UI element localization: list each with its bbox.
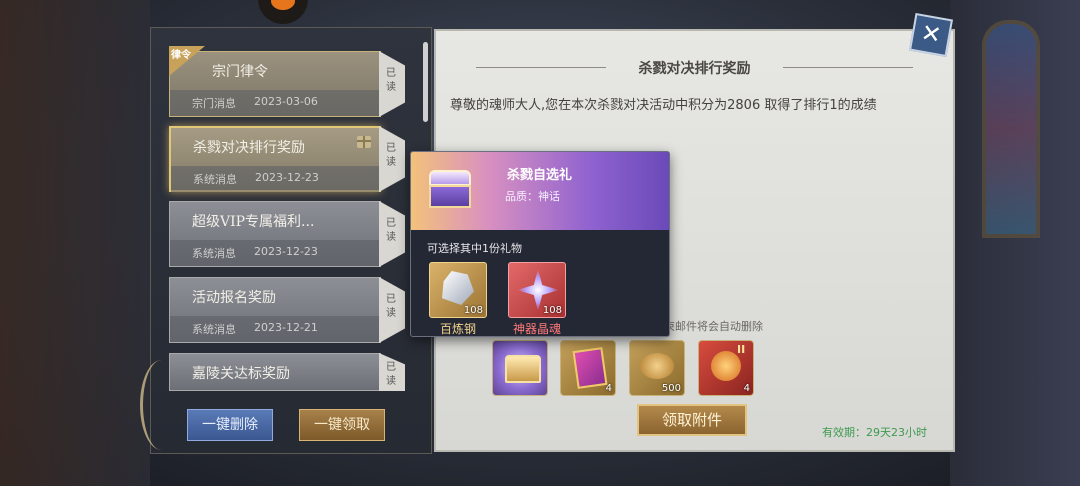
close-icon: ✕ <box>918 18 944 50</box>
mail-date: 2023-12-23 <box>254 245 318 258</box>
mascot-icon[interactable] <box>258 0 308 24</box>
auto-delete-hint: 束邮件将会自动删除 <box>664 320 763 333</box>
read-tag: 已读 <box>379 126 405 192</box>
reward-artifact-soul[interactable]: 108 <box>508 262 566 318</box>
read-tag: 已读 <box>379 51 405 117</box>
read-tag: 已读 <box>379 201 405 267</box>
mail-list-panel: 宗门律令 宗门消息 2023-03-06 已读 律令 杀戮对决排行奖励 系统消息… <box>150 27 432 454</box>
mail-detail-title: 杀戮对决排行奖励 <box>638 61 751 77</box>
vine-decoration <box>140 360 183 450</box>
gift-tooltip-popup: 杀戮自选礼 品质：神话 可选择其中1份礼物 108 108 百炼钢 神器晶魂 <box>410 151 670 337</box>
attachment-orb[interactable]: II 4 <box>698 340 754 396</box>
mail-title: 活动报名奖励 <box>192 290 276 306</box>
gift-choice-desc: 可选择其中1份礼物 <box>427 242 522 255</box>
claim-attachment-button[interactable]: 领取附件 <box>637 404 747 436</box>
gift-icon <box>357 136 371 148</box>
attachment-card[interactable]: 4 <box>560 340 616 396</box>
reward-label: 神器晶魂 <box>512 322 561 336</box>
mail-date: 2023-03-06 <box>254 95 318 108</box>
background-left <box>0 0 150 486</box>
stained-glass-window <box>982 20 1040 238</box>
mail-date: 2023-12-21 <box>254 321 318 334</box>
attachment-gold-ingot[interactable]: 500 <box>629 340 685 396</box>
mail-source: 系统消息 <box>192 323 236 336</box>
attachment-chest[interactable] <box>492 340 548 396</box>
mail-source: 宗门消息 <box>192 97 236 110</box>
chest-icon <box>429 170 471 208</box>
mail-detail-body: 尊敬的魂师大人,您在本次杀戮对决活动中积分为2806 取得了排行1的成绩 <box>450 98 877 113</box>
mail-title: 超级VIP专属福利... <box>192 214 315 230</box>
mail-date: 2023-12-23 <box>255 171 319 184</box>
read-tag: 已读 <box>379 353 405 391</box>
close-button[interactable]: ✕ <box>908 12 954 58</box>
chest-icon <box>505 355 541 383</box>
mail-title: 嘉陵关达标奖励 <box>192 366 290 382</box>
mail-list-scrollbar[interactable] <box>423 42 428 122</box>
mail-source: 系统消息 <box>193 173 237 186</box>
mail-item-signup-reward[interactable]: 活动报名奖励 系统消息 2023-12-21 <box>169 277 381 343</box>
claim-all-button[interactable]: 一键领取 <box>299 409 385 441</box>
mail-item-jialing-reward[interactable]: 嘉陵关达标奖励 <box>169 353 381 391</box>
gift-name: 杀戮自选礼 <box>507 168 573 183</box>
mail-item-sect-order[interactable]: 宗门律令 宗门消息 2023-03-06 <box>169 51 381 117</box>
gift-quality: 品质：神话 <box>505 190 560 203</box>
mail-source: 系统消息 <box>192 247 236 260</box>
mail-item-vip-benefit[interactable]: 超级VIP专属福利... 系统消息 2023-12-23 <box>169 201 381 267</box>
delete-all-button[interactable]: 一键删除 <box>187 409 273 441</box>
reward-steel[interactable]: 108 <box>429 262 487 318</box>
reward-label: 百炼钢 <box>439 322 476 336</box>
mail-item-ranking-reward[interactable]: 杀戮对决排行奖励 系统消息 2023-12-23 <box>169 126 381 192</box>
read-tag: 已读 <box>379 277 405 343</box>
mail-title: 宗门律令 <box>212 64 268 80</box>
mail-title: 杀戮对决排行奖励 <box>193 140 305 156</box>
expiry-text: 有效期：29天23小时 <box>822 426 927 439</box>
